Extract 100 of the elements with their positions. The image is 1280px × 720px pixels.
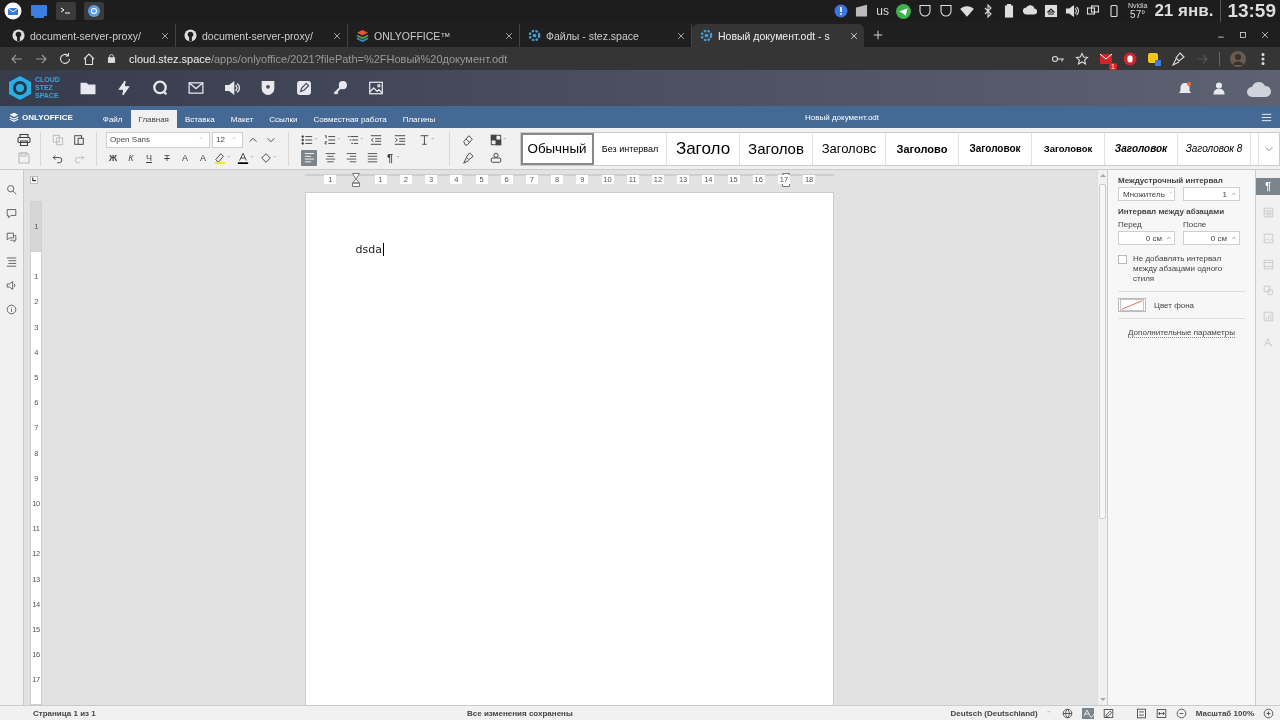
alert-icon[interactable]	[834, 4, 849, 18]
align-left-button[interactable]	[301, 149, 317, 166]
gallery-icon[interactable]	[367, 80, 384, 96]
underline-button[interactable]: Ч	[142, 149, 156, 166]
terminal-app-icon[interactable]	[56, 2, 76, 20]
close-icon[interactable]	[1260, 29, 1270, 40]
ribbon-tab[interactable]: Плагины	[394, 110, 444, 128]
bookmark-star-icon[interactable]	[1075, 51, 1089, 66]
multilevel-list-icon[interactable]	[347, 133, 359, 146]
paragraph-settings-tab[interactable]: ¶	[1255, 178, 1280, 195]
close-icon[interactable]	[160, 30, 170, 41]
tab-stop-selector[interactable]	[30, 176, 38, 184]
line-spacing-field[interactable]: 1	[1183, 187, 1240, 201]
screen-app-icon[interactable]	[30, 3, 48, 19]
notes-icon[interactable]	[295, 80, 312, 96]
shading-icon[interactable]	[260, 151, 272, 164]
line-spacing-mode-field[interactable]: Множитель	[1118, 187, 1175, 201]
margin-marker[interactable]	[781, 173, 790, 187]
document-text[interactable]: dsda	[355, 243, 384, 256]
advanced-settings-link[interactable]: Дополнительные параметры	[1128, 328, 1235, 338]
volume-icon[interactable]	[1064, 4, 1079, 18]
superscript-button[interactable]: A	[178, 149, 192, 166]
spellcheck-icon[interactable]	[1081, 707, 1094, 719]
date[interactable]: 21 янв.	[1154, 1, 1214, 21]
new-tab-icon[interactable]	[872, 28, 884, 41]
notifications-icon[interactable]	[1178, 81, 1192, 95]
style-preset[interactable]: Обычный	[521, 132, 594, 165]
menu-icon[interactable]	[1261, 111, 1272, 123]
chat-icon[interactable]	[6, 232, 17, 243]
home-icon[interactable]	[82, 51, 96, 66]
key-icon[interactable]	[331, 80, 348, 96]
document-page[interactable]: dsda	[304, 192, 834, 705]
zoom-in-icon[interactable]	[1263, 707, 1274, 719]
ribbon-tab[interactable]: Ссылки	[261, 110, 306, 128]
subscript-button[interactable]: A	[196, 149, 210, 166]
font-size-field[interactable]: 12	[212, 131, 243, 148]
mail-extension-icon[interactable]	[1099, 51, 1113, 66]
bold-button[interactable]: Ж	[106, 149, 120, 166]
ribbon-tab[interactable]: Макет	[222, 110, 262, 128]
displays-icon[interactable]	[1085, 4, 1100, 18]
ribbon-tab[interactable]: Совместная работа	[305, 110, 395, 128]
logo-icon[interactable]	[7, 75, 33, 101]
checkbox[interactable]	[1118, 255, 1127, 264]
eraser-icon[interactable]	[462, 133, 474, 146]
ribbon-tab[interactable]: Главная	[130, 110, 177, 128]
numbered-list-icon[interactable]	[324, 133, 336, 146]
cloud-icon[interactable]	[1022, 4, 1037, 18]
contacts-icon[interactable]	[1212, 81, 1226, 95]
search-icon[interactable]	[6, 184, 17, 195]
browser-tab[interactable]: Новый документ.odt - s	[692, 24, 864, 47]
maximize-icon[interactable]	[1238, 29, 1248, 40]
fit-width-icon[interactable]	[1155, 707, 1167, 719]
copy-style-icon[interactable]	[462, 151, 474, 164]
paste-icon[interactable]	[73, 133, 85, 146]
increase-indent-icon[interactable]	[394, 133, 406, 146]
shield-icon[interactable]	[917, 4, 932, 18]
language-selector[interactable]: Deutsch (Deutschland)	[950, 708, 1038, 718]
info-icon[interactable]	[6, 304, 17, 315]
color-swatch[interactable]	[1118, 298, 1146, 312]
spacing-before-field[interactable]: 0 см	[1118, 231, 1175, 245]
decrease-indent-icon[interactable]	[370, 133, 382, 146]
color-scheme-icon[interactable]	[490, 133, 502, 146]
close-icon[interactable]	[849, 30, 859, 41]
highlight-icon[interactable]	[214, 151, 226, 164]
keyboard-layout[interactable]: us	[876, 4, 889, 18]
ribbon-tab[interactable]: Вставка	[176, 110, 223, 128]
globe-icon[interactable]	[1061, 707, 1073, 719]
close-icon[interactable]	[332, 30, 342, 41]
hand-extension-icon[interactable]	[1123, 51, 1137, 66]
ribbon-tab[interactable]: Файл	[94, 110, 131, 128]
nonprinting-button[interactable]: ¶	[385, 149, 395, 166]
folder-icon[interactable]	[79, 80, 96, 96]
print-icon[interactable]	[17, 132, 31, 147]
feedback-icon[interactable]	[6, 280, 17, 291]
talk-icon[interactable]	[151, 80, 168, 96]
bullet-list-icon[interactable]	[301, 133, 313, 146]
reload-icon[interactable]	[58, 51, 72, 66]
spacing-after-field[interactable]: 0 см	[1183, 231, 1240, 245]
browser-app-icon[interactable]	[84, 2, 104, 20]
line-spacing-icon[interactable]	[418, 133, 430, 146]
mail-merge-icon[interactable]	[490, 151, 502, 164]
navigation-icon[interactable]	[6, 256, 17, 267]
page-counter[interactable]: Страница 1 из 1	[33, 708, 96, 718]
font-color-icon[interactable]	[237, 151, 249, 164]
mail-app-icon[interactable]	[4, 2, 22, 20]
fit-page-icon[interactable]	[1135, 707, 1147, 719]
margin-marker[interactable]	[351, 173, 360, 187]
wifi-icon[interactable]	[959, 4, 974, 18]
font-name-field[interactable]: Open Sans	[106, 131, 210, 148]
lightning-icon[interactable]	[115, 80, 132, 96]
close-icon[interactable]	[676, 30, 686, 41]
badge-icon[interactable]	[259, 80, 276, 96]
italic-button[interactable]: К	[124, 149, 138, 166]
zoom-out-icon[interactable]	[1175, 707, 1187, 719]
telegram-icon[interactable]	[895, 3, 911, 19]
close-icon[interactable]	[504, 30, 514, 41]
comment-icon[interactable]	[6, 208, 17, 219]
audio-icon[interactable]	[223, 80, 240, 96]
strikethrough-button[interactable]: Т	[160, 149, 174, 166]
notes-extension-icon[interactable]	[1147, 51, 1161, 66]
